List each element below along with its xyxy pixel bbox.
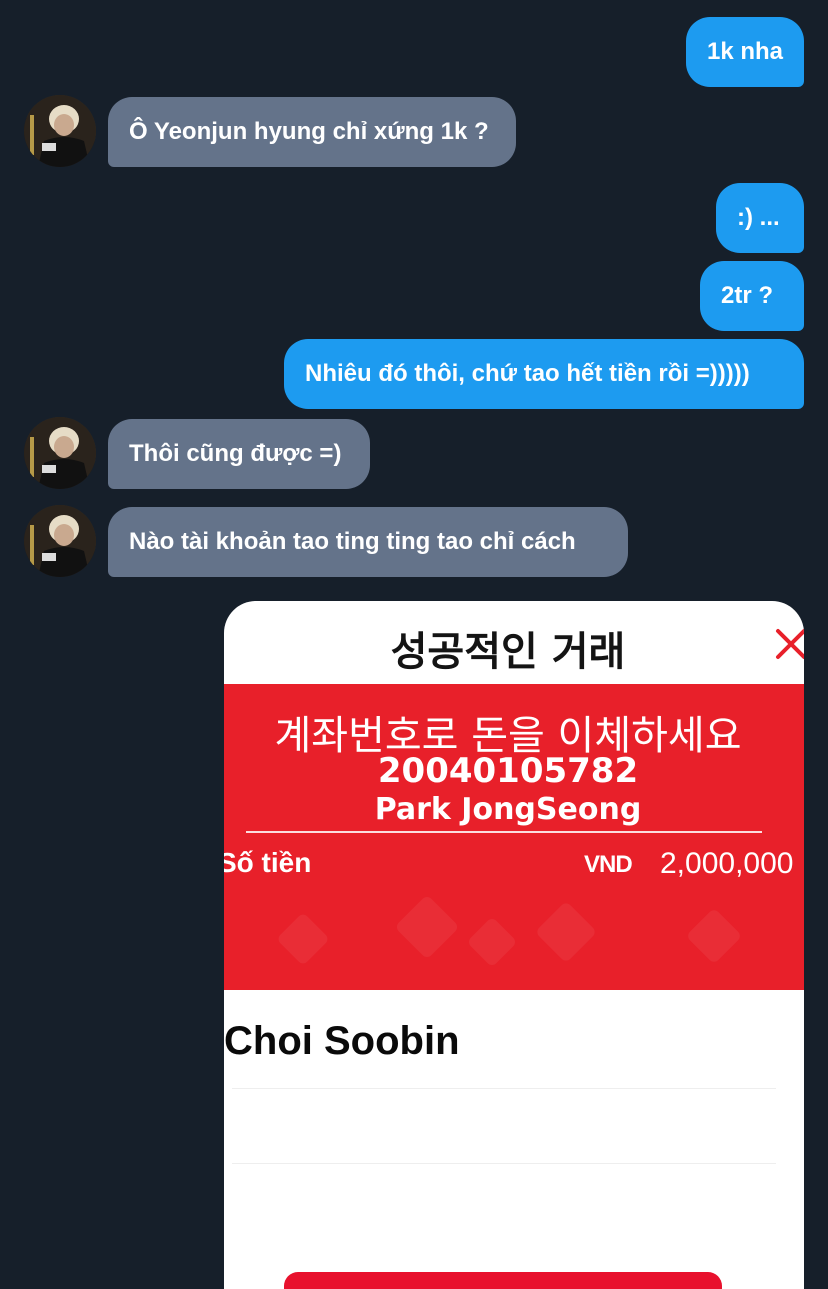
- message-bubble-outgoing[interactable]: :) ...: [716, 183, 804, 253]
- message-text: 2tr ?: [721, 282, 774, 309]
- message-text: Thôi cũng được =): [129, 440, 342, 467]
- chat-thread: 1k nha Ô Yeonjun hyung chỉ xứng 1k ? :) …: [0, 0, 828, 1289]
- message-bubble-incoming[interactable]: Nào tài khoản tao ting ting tao chỉ cách: [108, 507, 628, 577]
- message-text: :) ...: [737, 204, 780, 231]
- sender-avatar[interactable]: [24, 417, 96, 489]
- receipt-title: 성공적인 거래: [390, 629, 626, 675]
- confirm-button: [284, 1272, 722, 1289]
- avatar-image: [24, 95, 96, 167]
- divider: [232, 1088, 776, 1089]
- divider: [232, 1163, 776, 1164]
- account-number: 20040105782: [377, 751, 639, 791]
- message-text: 1k nha: [707, 38, 784, 65]
- message-bubble-incoming[interactable]: Thôi cũng được =): [108, 419, 370, 489]
- amount-value: 2,000,000: [660, 847, 794, 880]
- message-text: Nhiêu đó thôi, chứ tao hết tiền rồi =)))…: [305, 360, 750, 387]
- payer-name: Choi Soobin: [224, 1019, 460, 1063]
- message-bubble-outgoing[interactable]: 2tr ?: [700, 261, 804, 331]
- amount-label: Số tiền: [224, 847, 312, 878]
- message-bubble-outgoing[interactable]: Nhiêu đó thôi, chứ tao hết tiền rồi =)))…: [284, 339, 804, 409]
- avatar-image: [24, 505, 96, 577]
- amount-currency: VND: [584, 851, 633, 878]
- sender-avatar[interactable]: [24, 95, 96, 167]
- avatar-image: [24, 417, 96, 489]
- message-text: Ô Yeonjun hyung chỉ xứng 1k ?: [129, 118, 489, 145]
- message-bubble-incoming[interactable]: Ô Yeonjun hyung chỉ xứng 1k ?: [108, 97, 516, 167]
- message-text: Nào tài khoản tao ting ting tao chỉ cách: [129, 528, 576, 555]
- divider: [246, 831, 762, 833]
- close-icon: [776, 629, 804, 659]
- account-holder-name: Park JongSeong: [374, 792, 642, 827]
- message-bubble-outgoing[interactable]: 1k nha: [686, 17, 804, 87]
- shared-image-receipt[interactable]: 성공적인 거래 계좌번호로 돈을 이체하세요 20040105782 Park …: [224, 601, 804, 1289]
- sender-avatar[interactable]: [24, 505, 96, 577]
